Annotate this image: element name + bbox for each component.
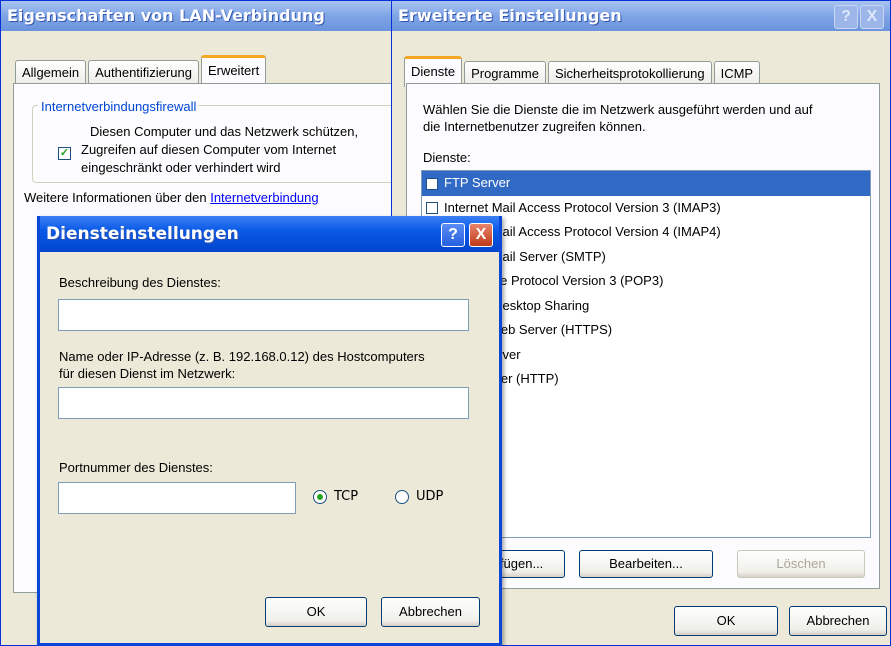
advanced-window-title: Erweiterte Einstellungen bbox=[392, 1, 890, 31]
services-label: Dienste: bbox=[423, 150, 471, 165]
help-icon[interactable]: ? bbox=[834, 5, 858, 29]
firewall-text-1: Diesen Computer und das Netzwerk schütze… bbox=[90, 124, 359, 139]
lan-tabs: Allgemein Authentifizierung Erweitert bbox=[15, 54, 268, 86]
close-icon[interactable]: X bbox=[860, 5, 884, 29]
service-description-input[interactable] bbox=[58, 299, 469, 331]
edit-service-button[interactable]: Bearbeiten... bbox=[579, 550, 713, 578]
port-number-input[interactable] bbox=[58, 482, 296, 514]
host-label-2: für diesen Dienst im Netzwerk: bbox=[59, 366, 236, 381]
service-checkbox[interactable] bbox=[426, 202, 438, 215]
tcp-radio[interactable] bbox=[313, 490, 327, 504]
more-info-prefix: Weitere Informationen über den bbox=[24, 190, 211, 205]
advanced-tabs: Dienste Programme Sicherheitsprotokollie… bbox=[404, 55, 762, 87]
port-label: Portnummer des Dienstes: bbox=[59, 460, 213, 475]
tcp-label: TCP bbox=[334, 489, 359, 504]
firewall-text-3: eingeschränkt oder verhindert wird bbox=[81, 160, 281, 175]
delete-service-button[interactable]: Löschen bbox=[737, 550, 865, 578]
services-description-2: die Internetbenutzer zugreifen können. bbox=[423, 119, 646, 134]
tab-allgemein[interactable]: Allgemein bbox=[15, 60, 87, 85]
udp-radio[interactable] bbox=[395, 490, 409, 504]
service-description-label: Beschreibung des Dienstes: bbox=[59, 275, 221, 290]
service-cancel-button[interactable]: Abbrechen bbox=[381, 597, 480, 627]
host-address-input[interactable] bbox=[58, 387, 469, 419]
service-ok-button[interactable]: OK bbox=[265, 597, 367, 627]
advanced-cancel-button[interactable]: Abbrechen bbox=[789, 606, 887, 636]
firewall-group-label: Internetverbindungsfirewall bbox=[38, 99, 200, 114]
host-label-1: Name oder IP-Adresse (z. B. 192.168.0.12… bbox=[59, 349, 425, 364]
tab-authentifizierung[interactable]: Authentifizierung bbox=[88, 60, 199, 85]
service-settings-dialog: Diensteinstellungen ? X Beschreibung des… bbox=[37, 216, 502, 646]
service-label: FTP Server bbox=[444, 175, 511, 190]
lan-window-title: Eigenschaften von LAN-Verbindung bbox=[1, 1, 399, 31]
services-description-1: Wählen Sie die Dienste die im Netzwerk a… bbox=[423, 102, 813, 117]
service-label: Internet Mail Access Protocol Version 3 … bbox=[444, 199, 721, 215]
service-item[interactable]: FTP Server bbox=[422, 171, 870, 196]
tab-erweitert[interactable]: Erweitert bbox=[200, 55, 267, 86]
service-checkbox[interactable] bbox=[426, 177, 438, 190]
more-info-text: Weitere Informationen über den Internetv… bbox=[24, 190, 319, 205]
firewall-checkbox[interactable]: ✓ bbox=[58, 147, 71, 160]
advanced-ok-button[interactable]: OK bbox=[674, 606, 778, 636]
udp-label: UDP bbox=[416, 489, 444, 504]
close-icon[interactable]: X bbox=[469, 223, 493, 247]
internet-connection-link[interactable]: Internetverbindung bbox=[210, 190, 318, 205]
firewall-text-2: Zugreifen auf diesen Computer vom Intern… bbox=[81, 142, 337, 157]
service-dialog-title: Diensteinstellungen bbox=[40, 216, 499, 252]
help-icon[interactable]: ? bbox=[441, 223, 465, 247]
